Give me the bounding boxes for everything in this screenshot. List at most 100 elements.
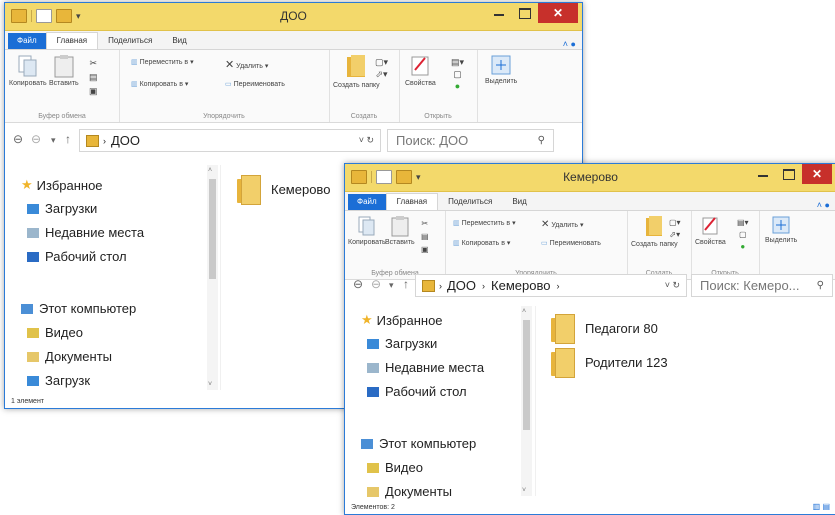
move-to-button[interactable]: ▥ Переместить в ▾ xyxy=(453,219,516,227)
paste-icon xyxy=(54,55,74,78)
minimize-button[interactable] xyxy=(750,164,776,184)
close-button[interactable]: ✕ xyxy=(538,3,578,23)
recent-locations-button[interactable]: ▾ xyxy=(51,135,56,146)
move-to-button[interactable]: ▥ Переместить в ▾ xyxy=(131,58,194,66)
downloads-icon xyxy=(367,338,379,349)
forward-button[interactable]: ⊖ xyxy=(371,277,381,291)
group-organize: ▥ Переместить в ▾ ▥ Копировать в ▾ ✕ Уда… xyxy=(119,50,330,122)
item-label: Педагоги 80 xyxy=(585,320,658,336)
nav-label: Рабочий стол xyxy=(45,249,127,264)
recent-locations-button[interactable]: ▾ xyxy=(389,280,394,291)
nav-this-pc[interactable]: Этот компьютер xyxy=(361,436,476,451)
back-button[interactable]: ⊖ xyxy=(13,132,23,146)
nav-desktop[interactable]: Рабочий стол xyxy=(27,249,127,264)
search-icon[interactable]: ⚲ xyxy=(817,280,824,291)
clipboard-small-buttons[interactable]: ✂ ▤ ▣ xyxy=(421,217,429,256)
group-select: Выделить xyxy=(759,211,813,279)
delete-button[interactable]: ✕ Удалить ▾ xyxy=(225,58,268,71)
scroll-up-icon[interactable]: ˄ xyxy=(208,167,212,174)
forward-button[interactable]: ⊖ xyxy=(31,132,41,146)
breadcrumb-doo[interactable]: ДОО xyxy=(111,133,140,148)
copy-button[interactable]: Копировать xyxy=(9,54,47,87)
breadcrumb-doo[interactable]: ДОО xyxy=(447,278,476,293)
nav-desktop[interactable]: Рабочий стол xyxy=(367,384,467,399)
nav-downloads[interactable]: Загрузки xyxy=(27,201,97,216)
nav-label: Загрузк xyxy=(45,373,91,388)
open-small-buttons[interactable]: ▤▾ ▢ ● xyxy=(737,217,749,253)
properties-button[interactable]: Свойства xyxy=(695,215,726,246)
maximize-icon xyxy=(519,7,531,19)
scroll-down-icon[interactable]: ˅ xyxy=(208,381,212,388)
scroll-up-icon[interactable]: ˄ xyxy=(522,308,526,315)
title-bar[interactable]: ▾ Кемерово ✕ xyxy=(345,164,835,192)
nav-documents[interactable]: Документы xyxy=(27,349,112,364)
rename-button[interactable]: ▭ Переименовать xyxy=(541,239,601,247)
nav-this-pc[interactable]: Этот компьютер xyxy=(21,301,136,316)
nav-documents[interactable]: Документы xyxy=(367,484,452,499)
maximize-button[interactable] xyxy=(512,3,538,23)
nav-video[interactable]: Видео xyxy=(27,325,83,340)
copy-to-button[interactable]: ▥ Копировать в ▾ xyxy=(131,80,188,88)
search-icon[interactable]: ⚲ xyxy=(538,135,545,146)
list-item[interactable]: Кемерово xyxy=(237,175,330,205)
clipboard-small-buttons[interactable]: ✂ ▤ ▣ xyxy=(89,56,98,98)
desktop-icon xyxy=(367,386,379,397)
help-icon[interactable]: ˄ ● xyxy=(817,200,830,210)
rename-button[interactable]: ▭ Переименовать xyxy=(225,80,285,88)
tab-home[interactable]: Главная xyxy=(45,32,99,49)
scroll-thumb[interactable] xyxy=(523,320,530,430)
new-folder-button[interactable]: Создать папку xyxy=(333,54,380,90)
up-button[interactable]: ↑ xyxy=(65,132,71,146)
list-item[interactable]: Родители 123 xyxy=(551,348,668,378)
paste-button[interactable]: Вставить xyxy=(385,215,415,246)
help-icon[interactable]: ˄ ● xyxy=(563,39,576,49)
move-to-label: Переместить в ▾ xyxy=(461,220,516,227)
tab-share[interactable]: Поделиться xyxy=(438,194,502,210)
delete-button[interactable]: ✕ Удалить ▾ xyxy=(541,219,584,230)
nav-favorites[interactable]: ★ Избранное xyxy=(361,312,443,328)
new-item-button[interactable]: ▢▾ ⬀▾ xyxy=(375,56,388,80)
nav-scrollbar[interactable]: ˄ ˅ xyxy=(207,165,218,390)
breadcrumb-kemerovo[interactable]: Кемерово xyxy=(491,278,550,293)
tab-file[interactable]: Файл xyxy=(8,33,46,49)
title-bar[interactable]: ▾ ДОО ✕ xyxy=(5,3,582,31)
refresh-icon[interactable]: ˅ ↻ xyxy=(359,135,374,146)
select-button[interactable]: Выделить xyxy=(765,215,797,244)
scroll-down-icon[interactable]: ˅ xyxy=(522,487,526,494)
minimize-button[interactable] xyxy=(486,3,512,23)
search-input[interactable]: Поиск: Кемеро... ⚲ xyxy=(691,274,833,297)
open-small-buttons[interactable]: ▤▾ ▢ ● xyxy=(451,56,464,92)
nav-scrollbar[interactable]: ˄ ˅ xyxy=(521,306,532,496)
address-bar[interactable]: › ДОО › Кемерово › ˅ ↻ xyxy=(415,274,687,297)
nav-recent[interactable]: Недавние места xyxy=(27,225,144,240)
tab-file[interactable]: Файл xyxy=(348,194,386,210)
paste-button[interactable]: Вставить xyxy=(49,54,79,87)
address-bar[interactable]: › ДОО ˅ ↻ xyxy=(79,129,381,152)
nav-video[interactable]: Видео xyxy=(367,460,423,475)
nav-downloads-2[interactable]: Загрузк xyxy=(27,373,90,388)
properties-icon xyxy=(411,56,429,76)
close-button[interactable]: ✕ xyxy=(802,164,832,184)
back-button[interactable]: ⊖ xyxy=(353,277,363,291)
select-button[interactable]: Выделить xyxy=(485,54,517,85)
scroll-thumb[interactable] xyxy=(209,179,216,279)
view-toggle-icon[interactable]: ▥ ▤ xyxy=(813,502,830,511)
tab-view[interactable]: Вид xyxy=(502,194,536,210)
tab-home[interactable]: Главная xyxy=(385,193,439,210)
nav-favorites[interactable]: ★ Избранное xyxy=(21,177,103,193)
maximize-button[interactable] xyxy=(776,164,802,184)
tab-view[interactable]: Вид xyxy=(162,33,196,49)
search-input[interactable]: Поиск: ДОО ⚲ xyxy=(387,129,554,152)
list-item[interactable]: Педагоги 80 xyxy=(551,314,658,344)
copy-to-button[interactable]: ▥ Копировать в ▾ xyxy=(453,239,510,247)
tab-share[interactable]: Поделиться xyxy=(98,33,162,49)
nav-recent[interactable]: Недавние места xyxy=(367,360,484,375)
properties-button[interactable]: Свойства xyxy=(405,54,436,87)
refresh-icon[interactable]: ˅ ↻ xyxy=(665,280,680,291)
copy-button[interactable]: Копировать xyxy=(348,215,386,246)
nav-downloads[interactable]: Загрузки xyxy=(367,336,437,351)
new-item-button[interactable]: ▢▾ ⬀▾ xyxy=(669,217,681,241)
select-label: Выделить xyxy=(485,78,518,85)
up-button[interactable]: ↑ xyxy=(403,277,409,291)
folder-icon xyxy=(646,216,663,236)
